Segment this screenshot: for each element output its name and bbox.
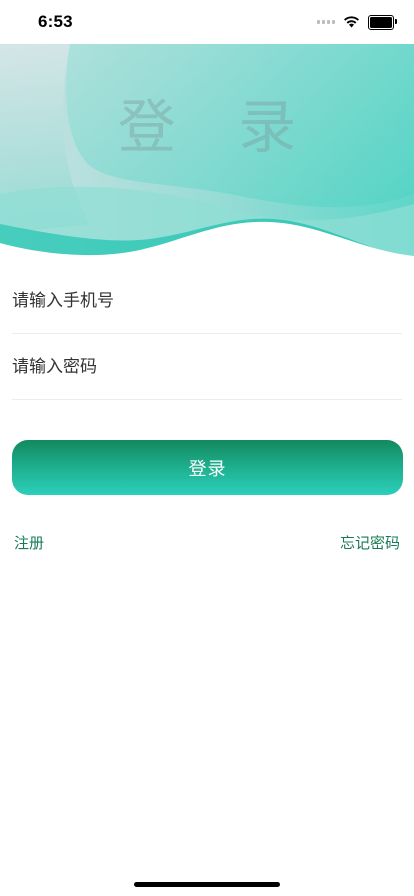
login-button[interactable]: 登录 bbox=[12, 440, 403, 495]
status-bar: 6:53 bbox=[0, 0, 414, 44]
cellular-signal-icon bbox=[317, 20, 335, 24]
wifi-icon bbox=[344, 16, 359, 28]
password-input[interactable] bbox=[12, 334, 402, 399]
forgot-password-link[interactable]: 忘记密码 bbox=[340, 532, 400, 553]
phone-input[interactable] bbox=[12, 268, 402, 333]
status-icons bbox=[317, 14, 397, 30]
register-link[interactable]: 注册 bbox=[14, 532, 44, 553]
home-indicator bbox=[134, 882, 280, 887]
header-title: 登 录 bbox=[117, 93, 319, 161]
phone-input-row bbox=[12, 268, 402, 334]
battery-icon bbox=[368, 14, 397, 30]
status-time: 6:53 bbox=[38, 12, 73, 31]
password-input-row bbox=[12, 334, 402, 400]
